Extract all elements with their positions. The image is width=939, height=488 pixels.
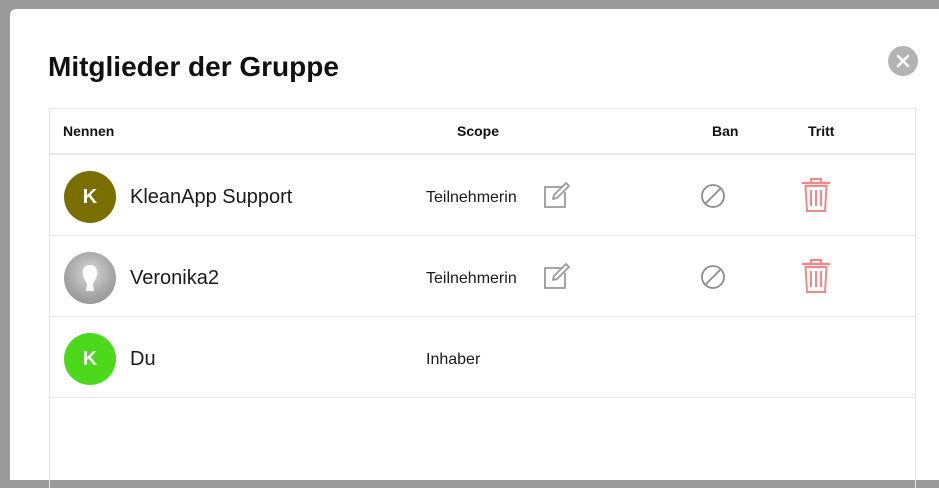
member-name: Du xyxy=(130,348,156,370)
trash-icon xyxy=(801,178,831,212)
member-scope: Teilnehmerin xyxy=(426,270,517,287)
trash-icon xyxy=(801,259,831,293)
header-scope: Scope xyxy=(457,123,500,139)
kick-button[interactable] xyxy=(800,258,832,294)
edit-icon xyxy=(544,263,570,289)
member-name: Veronika2 xyxy=(130,267,219,289)
member-name: KleanApp Support xyxy=(130,186,293,208)
ban-icon xyxy=(701,184,725,208)
table-row: K Du Inhaber xyxy=(50,317,915,398)
members-table: Nennen Scope Ban Tritt K KleanApp Suppor… xyxy=(49,108,916,488)
header-name: Nennen xyxy=(63,123,115,139)
edit-icon xyxy=(544,182,570,208)
dialog-title: Mitglieder der Gruppe xyxy=(48,51,339,82)
table-row: K KleanApp Support Teilnehmerin xyxy=(50,155,915,236)
avatar: K xyxy=(64,333,116,385)
table-header: Nennen Scope Ban Tritt xyxy=(50,109,915,155)
header-ban: Ban xyxy=(712,123,739,139)
table-row: Veronika2 Teilnehmerin xyxy=(50,236,915,317)
ban-button[interactable] xyxy=(700,264,726,290)
edit-scope-button[interactable] xyxy=(541,180,571,210)
group-members-dialog: Mitglieder der Gruppe Nennen Scope Ban T… xyxy=(10,9,939,488)
edit-scope-button[interactable] xyxy=(541,261,571,291)
ban-icon xyxy=(701,265,725,289)
avatar-initial: K xyxy=(82,347,98,370)
avatar-initial: K xyxy=(82,185,98,208)
close-icon xyxy=(896,54,910,68)
user-silhouette-icon xyxy=(82,265,98,291)
kick-button[interactable] xyxy=(800,177,832,213)
avatar: K xyxy=(64,171,116,223)
header-kick: Tritt xyxy=(808,123,835,139)
member-scope: Inhaber xyxy=(426,351,481,368)
member-scope: Teilnehmerin xyxy=(426,189,517,206)
avatar xyxy=(64,252,116,304)
ban-button[interactable] xyxy=(700,183,726,209)
close-button[interactable] xyxy=(888,46,918,76)
